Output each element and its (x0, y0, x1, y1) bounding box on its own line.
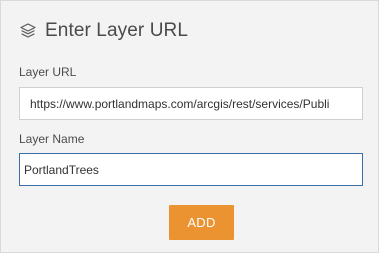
layer-url-input[interactable] (19, 87, 363, 120)
enter-layer-url-panel: Enter Layer URL Layer URL Layer Name ADD (0, 0, 379, 253)
layer-name-input[interactable] (19, 153, 363, 186)
layers-icon (19, 22, 37, 40)
panel-header: Enter Layer URL (19, 19, 188, 43)
layer-url-label: Layer URL (19, 65, 77, 79)
layer-name-label: Layer Name (19, 132, 85, 146)
panel-title: Enter Layer URL (45, 20, 189, 41)
add-button[interactable]: ADD (169, 205, 234, 240)
